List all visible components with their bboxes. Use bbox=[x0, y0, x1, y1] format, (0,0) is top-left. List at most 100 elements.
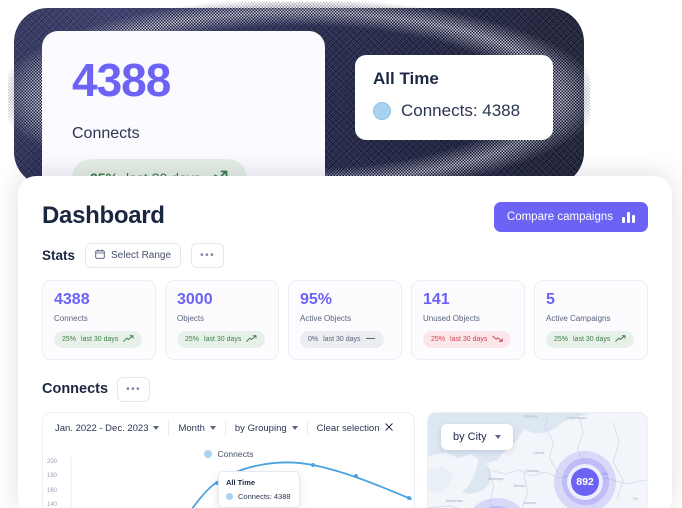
stat-trend-period: last 30 days bbox=[204, 335, 242, 343]
cluster-count: 892 bbox=[571, 467, 599, 496]
stat-name: Active Objects bbox=[300, 313, 352, 323]
chart-tooltip-series-label: Connects: 4388 bbox=[238, 491, 291, 501]
map-group-by-label: by City bbox=[453, 430, 487, 443]
clear-selection-label: Clear selection bbox=[316, 422, 380, 434]
stat-value: 3000 bbox=[177, 291, 213, 308]
stat-trend-percent: 25% bbox=[62, 335, 77, 343]
data-point bbox=[311, 462, 315, 467]
trend-down-icon bbox=[492, 335, 504, 344]
connects-section-header: Connects ••• bbox=[42, 376, 648, 402]
panel-header: Dashboard Stats Select Range ••• Compare… bbox=[42, 202, 648, 268]
stat-name: Objects bbox=[177, 313, 205, 323]
date-range-label: Jan. 2022 - Dec. 2023 bbox=[55, 422, 149, 434]
select-range-button[interactable]: Select Range bbox=[85, 243, 182, 268]
grouping-label: by Grouping bbox=[234, 422, 287, 434]
stat-trend-percent: 25% bbox=[185, 335, 200, 343]
stat-value: 141 bbox=[423, 291, 450, 308]
map-cluster-marker[interactable]: 892 bbox=[554, 450, 616, 508]
screenshot-root: 4388 Connects 25% last 30 days All Time … bbox=[0, 0, 682, 508]
stat-value: 5 bbox=[546, 291, 555, 308]
stat-card[interactable]: 4388 Connects 25% last 30 days bbox=[42, 280, 156, 360]
stat-card[interactable]: 5 Active Campaigns 25% last 30 days bbox=[534, 280, 648, 360]
data-point bbox=[407, 495, 411, 500]
stat-trend-period: last 30 days bbox=[573, 335, 611, 343]
svg-text:Lübeck: Lübeck bbox=[534, 451, 545, 455]
compare-campaigns-label: Compare campaigns bbox=[506, 211, 613, 223]
trend-up-icon bbox=[246, 334, 257, 344]
stat-card[interactable]: 141 Unused Objects 25% last 30 days bbox=[411, 280, 525, 360]
stats-more-menu-button[interactable]: ••• bbox=[191, 243, 225, 268]
connects-section-title: Connects bbox=[42, 381, 109, 398]
hero-tooltip-series-label: Connects: 4388 bbox=[401, 101, 521, 120]
hero-metric-label: Connects bbox=[72, 125, 140, 142]
stat-value: 95% bbox=[300, 291, 333, 308]
hero-tooltip-title: All Time bbox=[373, 69, 439, 88]
hero-tooltip-series-row: Connects: 4388 bbox=[373, 101, 535, 121]
close-icon bbox=[384, 422, 393, 434]
hero-metric-card: 4388 Connects 25% last 30 days bbox=[42, 31, 325, 197]
svg-text:Groningen: Groningen bbox=[488, 477, 504, 481]
stat-trend-badge: 25% last 30 days bbox=[423, 330, 512, 348]
trend-flat-icon bbox=[365, 335, 376, 344]
stat-card[interactable]: 95% Active Objects 0% last 30 days bbox=[288, 280, 402, 360]
stat-value: 4388 bbox=[54, 291, 90, 308]
stat-name: Active Campaigns bbox=[546, 313, 611, 323]
stat-trend-badge: 25% last 30 days bbox=[177, 330, 266, 348]
chart-hover-tooltip: All Time Connects: 4388 bbox=[218, 470, 300, 508]
hero-metric-value: 4388 bbox=[72, 54, 171, 106]
stat-trend-percent: 25% bbox=[554, 335, 569, 343]
geo-map-widget[interactable]: Denmark Copenhagen Lübeck Hamburg Berlin… bbox=[427, 411, 648, 508]
grouping-dropdown[interactable]: by Grouping bbox=[226, 420, 308, 436]
svg-text:Bremen: Bremen bbox=[514, 484, 526, 488]
stat-trend-badge: 25% last 30 days bbox=[54, 330, 143, 348]
connects-more-menu-button[interactable]: ••• bbox=[117, 376, 151, 402]
svg-text:Copenhagen: Copenhagen bbox=[567, 416, 586, 420]
stat-name: Unused Objects bbox=[423, 313, 480, 323]
stat-name: Connects bbox=[54, 313, 88, 323]
connects-line-chart: Jan. 2022 - Dec. 2023 Month by Grouping … bbox=[42, 411, 415, 508]
clear-selection-button[interactable]: Clear selection bbox=[308, 421, 402, 436]
svg-text:Amsterdam: Amsterdam bbox=[446, 498, 463, 502]
chevron-down-icon bbox=[209, 426, 216, 431]
stat-trend-percent: 25% bbox=[431, 335, 446, 343]
widgets-row: Jan. 2022 - Dec. 2023 Month by Grouping … bbox=[42, 411, 648, 508]
chevron-down-icon bbox=[291, 426, 298, 431]
chart-tooltip-title: All Time bbox=[226, 477, 256, 487]
date-range-dropdown[interactable]: Jan. 2022 - Dec. 2023 bbox=[53, 420, 170, 436]
stat-trend-period: last 30 days bbox=[81, 335, 119, 343]
svg-text:Hanover: Hanover bbox=[524, 500, 538, 504]
calendar-icon bbox=[95, 249, 105, 262]
stat-cards-row: 4388 Connects 25% last 30 days 3000 Obje… bbox=[42, 280, 648, 360]
bar-chart-icon bbox=[622, 211, 635, 223]
stats-label: Stats bbox=[42, 248, 76, 263]
stats-toolbar: Stats Select Range ••• bbox=[42, 243, 225, 268]
series-marker-icon bbox=[373, 102, 391, 120]
stat-trend-badge: 25% last 30 days bbox=[546, 330, 635, 348]
stat-card[interactable]: 3000 Objects 25% last 30 days bbox=[165, 280, 279, 360]
svg-text:Pol: Pol bbox=[633, 496, 638, 500]
trend-up-icon bbox=[123, 334, 134, 344]
svg-text:Hamburg: Hamburg bbox=[526, 469, 540, 473]
chart-toolbar: Jan. 2022 - Dec. 2023 Month by Grouping … bbox=[43, 413, 414, 436]
chevron-down-icon bbox=[153, 426, 160, 431]
page-title: Dashboard bbox=[42, 202, 165, 229]
dashboard-panel: Dashboard Stats Select Range ••• Compare… bbox=[18, 176, 672, 508]
stat-trend-percent: 0% bbox=[308, 335, 319, 343]
stat-trend-badge: 0% last 30 days bbox=[300, 330, 385, 348]
map-group-by-dropdown[interactable]: by City bbox=[441, 423, 513, 450]
granularity-dropdown[interactable]: Month bbox=[169, 420, 226, 436]
granularity-label: Month bbox=[178, 422, 205, 434]
chart-tooltip-series-row: Connects: 4388 bbox=[226, 492, 292, 501]
stat-trend-period: last 30 days bbox=[450, 335, 488, 343]
panel-header-left: Dashboard Stats Select Range ••• bbox=[42, 202, 225, 268]
svg-text:Denmark: Denmark bbox=[524, 414, 538, 418]
chevron-down-icon bbox=[494, 434, 501, 439]
compare-campaigns-button[interactable]: Compare campaigns bbox=[493, 202, 648, 232]
select-range-label: Select Range bbox=[111, 250, 172, 261]
trend-up-icon bbox=[615, 334, 626, 344]
stat-trend-period: last 30 days bbox=[323, 335, 361, 343]
data-point bbox=[354, 473, 358, 478]
curved-arrow-icon bbox=[585, 88, 645, 150]
series-marker-icon bbox=[226, 492, 233, 500]
hero-tooltip-card: All Time Connects: 4388 bbox=[355, 55, 553, 140]
